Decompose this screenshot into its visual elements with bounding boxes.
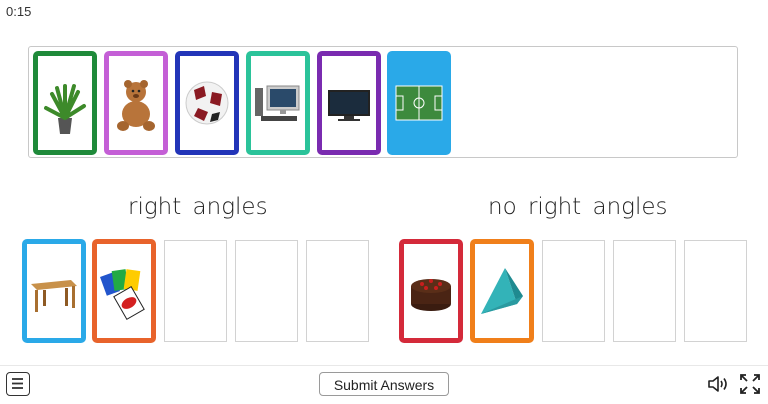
category-title-no-right-angles: no right angles (488, 194, 668, 220)
card-chocolate-cake[interactable] (399, 239, 463, 343)
submit-answers-button[interactable]: Submit Answers (319, 372, 449, 396)
card-soccer-ball[interactable] (175, 51, 239, 155)
triangular-pyramid-image (481, 268, 523, 314)
drop-slot[interactable] (613, 240, 676, 342)
wooden-table-image (31, 280, 77, 312)
soccer-field-image (395, 85, 443, 121)
soccer-ball-image (185, 81, 229, 125)
plant-image (44, 84, 86, 134)
card-soccer-field[interactable] (387, 51, 451, 155)
drop-slot[interactable] (235, 240, 298, 342)
card-triangular-pyramid[interactable] (470, 239, 534, 343)
menu-icon (12, 378, 23, 389)
drop-slot[interactable] (542, 240, 605, 342)
timer: 0:15 (6, 4, 32, 19)
flat-screen-tv-image (328, 90, 370, 121)
drop-slot[interactable] (164, 240, 227, 342)
drop-slot[interactable] (306, 240, 369, 342)
speaker-icon (708, 376, 727, 392)
fullscreen-icon (740, 374, 760, 394)
card-teddy-bear[interactable] (104, 51, 168, 155)
fullscreen-button[interactable] (738, 372, 762, 396)
card-desktop-computer[interactable] (246, 51, 310, 155)
footer-divider (0, 365, 768, 366)
teddy-bear-image (117, 80, 155, 131)
sound-button[interactable] (706, 372, 732, 396)
menu-button[interactable] (6, 372, 30, 396)
category-title-right-angles: right angles (128, 194, 268, 220)
card-uno-cards[interactable] (92, 239, 156, 343)
desktop-computer-image (255, 85, 300, 121)
chocolate-cake-image (411, 279, 451, 311)
uno-cards-image (100, 269, 145, 320)
card-flat-screen-tv[interactable] (317, 51, 381, 155)
card-wooden-table[interactable] (22, 239, 86, 343)
card-plant[interactable] (33, 51, 97, 155)
drop-slot[interactable] (684, 240, 747, 342)
